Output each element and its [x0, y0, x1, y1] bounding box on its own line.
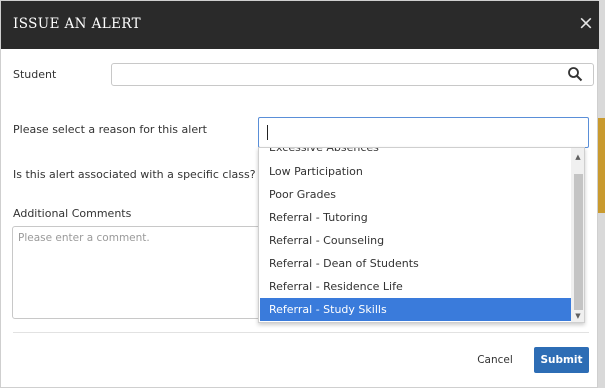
reason-label: Please select a reason for this alert [13, 123, 207, 136]
cancel-button[interactable]: Cancel [466, 348, 524, 372]
student-label: Student [13, 68, 57, 81]
dropdown-option[interactable]: Poor Grades [260, 183, 571, 206]
search-icon[interactable] [567, 66, 583, 82]
dropdown-option[interactable]: Referral - Counseling [260, 229, 571, 252]
reason-dropdown-list[interactable]: Excessive Absences Low Participation Poo… [258, 147, 585, 323]
student-search-input[interactable] [111, 63, 594, 86]
modal-title: ISSUE AN ALERT [13, 16, 142, 32]
comments-label: Additional Comments [13, 207, 132, 220]
text-caret [267, 125, 268, 140]
modal-header: ISSUE AN ALERT × [1, 1, 599, 49]
close-icon[interactable]: × [577, 13, 595, 33]
dropdown-option[interactable]: Referral - Dean of Students [260, 252, 571, 275]
background-accent-bar [598, 118, 605, 213]
dropdown-option-selected[interactable]: Referral - Study Skills [260, 298, 571, 321]
dropdown-option[interactable]: Low Participation [260, 160, 571, 183]
footer-divider [13, 332, 589, 333]
dropdown-option[interactable]: Excessive Absences [260, 148, 571, 159]
submit-button[interactable]: Submit [534, 347, 589, 373]
dropdown-scroll-thumb[interactable] [574, 174, 583, 310]
scroll-up-arrow-icon[interactable]: ▲ [572, 152, 584, 162]
dropdown-option[interactable]: Referral - Tutoring [260, 206, 571, 229]
comment-placeholder: Please enter a comment. [18, 232, 150, 244]
reason-select-input[interactable] [258, 117, 589, 148]
dropdown-option[interactable]: Referral - Residence Life [260, 275, 571, 298]
class-question-label: Is this alert associated with a specific… [13, 168, 256, 181]
scroll-down-arrow-icon[interactable]: ▼ [572, 311, 584, 321]
